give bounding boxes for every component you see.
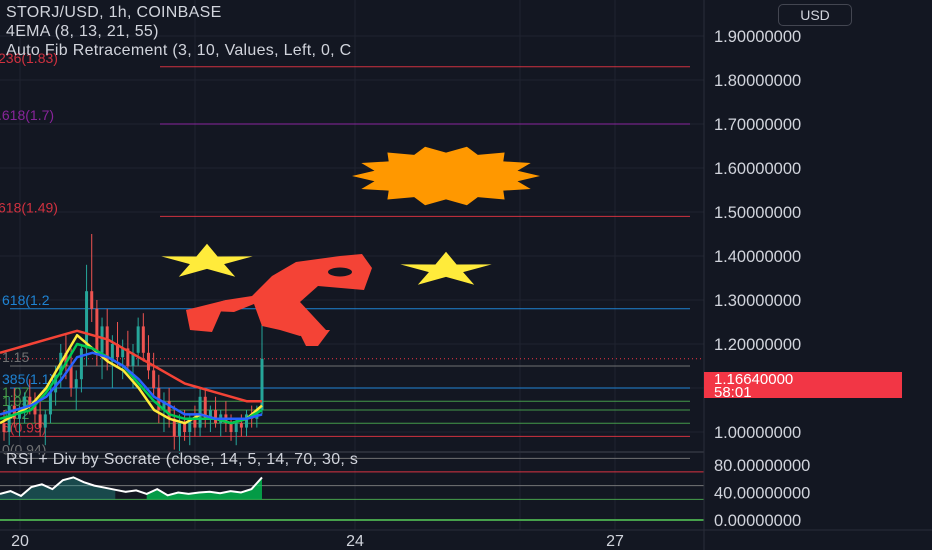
price-tick-label: 1.00000000	[714, 424, 801, 442]
price-tick-label: 1.50000000	[714, 204, 801, 222]
candle	[121, 339, 125, 380]
candle-body	[177, 423, 181, 437]
ema-indicator-label[interactable]: 4EMA (8, 13, 21, 55)	[6, 23, 159, 41]
rsi-pane[interactable]	[0, 471, 704, 521]
decorations	[161, 146, 540, 346]
price-tick-label: 1.80000000	[714, 72, 801, 90]
price-tick-label: 1.30000000	[714, 292, 801, 310]
candle	[43, 410, 47, 446]
fib-label: 618(1.2	[2, 292, 50, 308]
price-tick-label: 1.20000000	[714, 336, 801, 354]
candle-body	[136, 326, 140, 353]
last-price-tag: 1.16640000 58:01	[704, 372, 902, 401]
candle-body	[193, 418, 197, 428]
rsi-tick-label: 0.00000000	[714, 512, 801, 530]
star-icon	[400, 251, 492, 285]
candle	[85, 264, 89, 366]
fib-indicator-label[interactable]: Auto Fib Retracement (3, 10, Values, Lef…	[6, 42, 352, 60]
sun-icon	[352, 146, 540, 206]
price-tick-label: 1.90000000	[714, 28, 801, 46]
candle-body	[90, 291, 94, 309]
candle	[95, 300, 99, 366]
candle	[90, 234, 94, 322]
price-tick-label: 1.40000000	[714, 248, 801, 266]
time-tick-label: 24	[346, 533, 364, 550]
candle	[152, 352, 156, 397]
fib-levels: 236(1.83).618(1.7)618(1.49)618(1.21.1538…	[0, 50, 704, 459]
star-icon	[161, 243, 253, 277]
candle	[203, 388, 207, 428]
candle	[74, 370, 78, 410]
candle-body	[183, 423, 187, 432]
candle-body	[38, 414, 42, 428]
candle-body	[79, 348, 83, 380]
candle	[146, 335, 150, 380]
rsi-fill	[146, 477, 262, 500]
candle	[141, 313, 145, 362]
candle	[198, 388, 202, 437]
candle-body	[85, 291, 89, 349]
rsi-fill	[0, 477, 116, 500]
price-tick-label: 2.00000000	[714, 0, 801, 2]
symbol-title[interactable]: STORJ/USD, 1h, COINBASE	[6, 4, 222, 22]
candle	[100, 317, 104, 380]
candle-body	[74, 379, 78, 388]
currency-button[interactable]: USD	[778, 4, 852, 26]
candle	[79, 344, 83, 393]
price-tick-label: 1.70000000	[714, 116, 801, 134]
price-tick-label: 1.60000000	[714, 160, 801, 178]
candle-body	[152, 370, 156, 388]
bar-countdown: 58:01	[714, 384, 752, 401]
candle-body	[48, 392, 52, 415]
candle-body	[43, 414, 47, 428]
candle	[167, 388, 171, 428]
rsi-indicator-label[interactable]: RSI + Div by Socrate (close, 14, 5, 14, …	[6, 451, 358, 469]
candle-body	[198, 396, 202, 428]
rsi-tick-label: 80.00000000	[714, 457, 810, 475]
candle-body	[141, 326, 145, 353]
time-tick-label: 27	[606, 533, 624, 550]
candle-body	[2, 423, 6, 432]
candle	[224, 401, 228, 432]
candle-body	[234, 423, 238, 432]
candle-body	[239, 423, 243, 428]
fib-label: 618(1.49)	[0, 199, 58, 215]
candle	[162, 392, 166, 432]
candle-body	[100, 326, 104, 353]
rsi-tick-label: 40.00000000	[714, 485, 810, 503]
candle	[172, 405, 176, 450]
fib-label: .618(1.7)	[0, 107, 54, 123]
candle-body	[229, 423, 233, 432]
candle-body	[214, 410, 218, 424]
time-tick-label: 20	[11, 533, 29, 550]
candle-body	[95, 308, 99, 353]
